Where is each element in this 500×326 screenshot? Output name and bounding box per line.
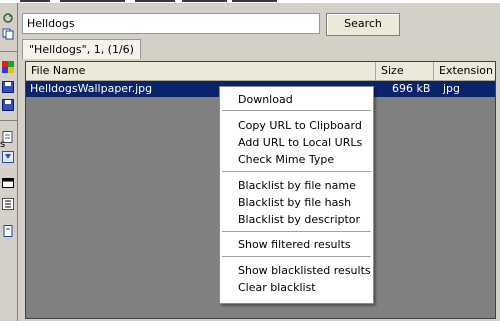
menu-separator xyxy=(222,256,371,257)
table-header: File Name Size Extension xyxy=(26,62,495,81)
menu-separator xyxy=(222,231,371,232)
page-icon[interactable] xyxy=(2,225,14,237)
menu-item-check-mime[interactable]: Check Mime Type xyxy=(238,152,334,167)
search-button[interactable]: Search xyxy=(326,13,400,36)
context-menu: Download Copy URL to Clipboard Add URL t… xyxy=(219,86,374,304)
truncated-label: s xyxy=(0,139,6,150)
toolbar-divider xyxy=(0,120,17,121)
menu-item-blacklist-hash[interactable]: Blacklist by file hash xyxy=(238,195,351,210)
tab-results[interactable]: "Helldogs", 1, (1/6) xyxy=(22,39,141,59)
column-header-size[interactable]: Size xyxy=(376,62,434,80)
column-header-extension[interactable]: Extension xyxy=(434,62,495,80)
menu-item-blacklist-name[interactable]: Blacklist by file name xyxy=(238,178,356,193)
menu-item-clear-blacklist[interactable]: Clear blacklist xyxy=(238,280,316,295)
top-border-segment xyxy=(60,0,125,2)
top-border-segment xyxy=(135,0,175,2)
filter-icon[interactable] xyxy=(2,151,14,163)
cell-size: 696 kB xyxy=(392,82,431,95)
left-toolbar xyxy=(0,3,18,321)
top-border-segment xyxy=(182,0,227,2)
palette-icon[interactable] xyxy=(2,61,14,73)
column-header-file-name[interactable]: File Name xyxy=(26,62,376,80)
menu-item-copy-url[interactable]: Copy URL to Clipboard xyxy=(238,118,362,133)
menu-item-download[interactable]: Download xyxy=(238,92,293,107)
toolbar-divider xyxy=(0,51,17,52)
top-border-segment xyxy=(232,0,277,2)
top-border-segment xyxy=(20,0,50,2)
save-icon[interactable] xyxy=(2,81,14,93)
cell-extension: jpg xyxy=(443,82,461,95)
menu-item-show-filtered[interactable]: Show filtered results xyxy=(238,237,351,252)
save-icon[interactable] xyxy=(2,99,14,111)
menu-separator xyxy=(222,171,371,172)
sync-icon[interactable] xyxy=(2,12,14,24)
copy-icon[interactable] xyxy=(2,28,14,40)
menu-item-add-url-local[interactable]: Add URL to Local URLs xyxy=(238,135,362,150)
window-icon[interactable] xyxy=(2,177,14,189)
list-icon[interactable] xyxy=(2,198,14,210)
menu-separator xyxy=(222,110,371,111)
menu-item-show-blacklisted[interactable]: Show blacklisted results xyxy=(238,263,371,278)
menu-item-blacklist-descriptor[interactable]: Blacklist by descriptor xyxy=(238,212,360,227)
search-input[interactable] xyxy=(22,13,320,34)
